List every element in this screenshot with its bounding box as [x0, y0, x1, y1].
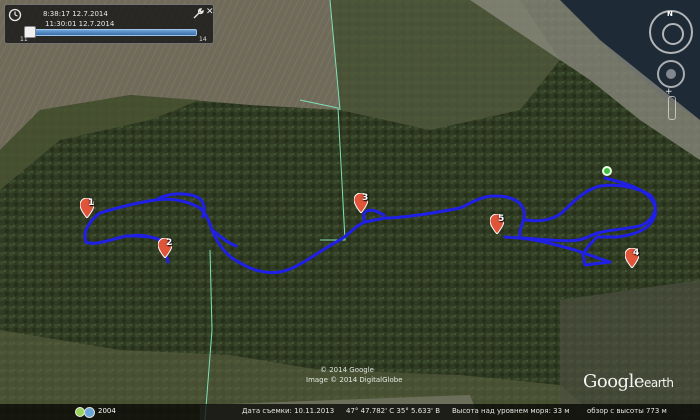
historical-imagery-icon[interactable]: [84, 407, 95, 418]
time-slider-track[interactable]: [29, 29, 197, 36]
waypoint-marker-3[interactable]: 3: [353, 192, 372, 215]
north-label: N: [667, 10, 673, 18]
zoom-slider[interactable]: [668, 96, 676, 120]
slider-end-label: 14: [199, 36, 207, 43]
copyright-line: © 2014 Google: [320, 366, 374, 374]
imagery-year[interactable]: 2004: [98, 407, 116, 415]
waypoint-marker-4[interactable]: 4: [624, 247, 643, 270]
waypoint-marker-1[interactable]: 1: [79, 197, 98, 220]
elevation-readout: Высота над уровнем моря: 33 м: [452, 407, 570, 415]
waypoint-label: 2: [166, 238, 173, 248]
start-point-icon[interactable]: [602, 166, 612, 176]
clock-icon[interactable]: [8, 8, 22, 22]
waypoint-marker-5[interactable]: 5: [489, 213, 508, 236]
google-earth-logo: Googleearth: [583, 371, 674, 392]
logo-earth: earth: [643, 376, 674, 390]
compass-control[interactable]: N: [649, 10, 693, 54]
slider-start-label: 11: [20, 36, 28, 43]
imagery-date: Дата съемки: 10.11.2013: [242, 407, 335, 415]
copyright-line: Image © 2014 DigitalGlobe: [306, 376, 403, 384]
eye-altitude-readout: обзор с высоты 773 м: [587, 407, 667, 415]
satellite-map[interactable]: [0, 0, 700, 420]
start-time: 8:38:17 12.7.2014: [43, 10, 108, 18]
waypoint-label: 5: [498, 214, 505, 224]
map-viewport[interactable]: 1 2 3 4 5 8:38:17 12.7.2014 11:30:01 12.…: [0, 0, 700, 420]
waypoint-label: 4: [633, 248, 640, 258]
coordinates-readout: 47° 47.782' С 35° 5.633' В: [346, 407, 441, 415]
waypoint-marker-2[interactable]: 2: [157, 237, 176, 260]
status-bar: 2004 Дата съемки: 10.11.2013 47° 47.782'…: [0, 404, 700, 420]
waypoint-label: 1: [88, 198, 95, 208]
logo-google: Google: [583, 371, 644, 392]
waypoint-label: 3: [362, 193, 369, 203]
close-icon[interactable]: ✕: [206, 7, 214, 17]
wrench-icon[interactable]: [193, 8, 204, 19]
copyright-notice: © 2014 Google Image © 2014 DigitalGlobe: [306, 365, 403, 385]
look-joystick-center[interactable]: [666, 69, 676, 79]
move-control[interactable]: [662, 23, 684, 45]
end-time: 11:30:01 12.7.2014: [45, 20, 115, 28]
look-joystick[interactable]: [657, 60, 685, 88]
time-slider-panel: 8:38:17 12.7.2014 11:30:01 12.7.2014 ✕ 1…: [4, 4, 214, 44]
